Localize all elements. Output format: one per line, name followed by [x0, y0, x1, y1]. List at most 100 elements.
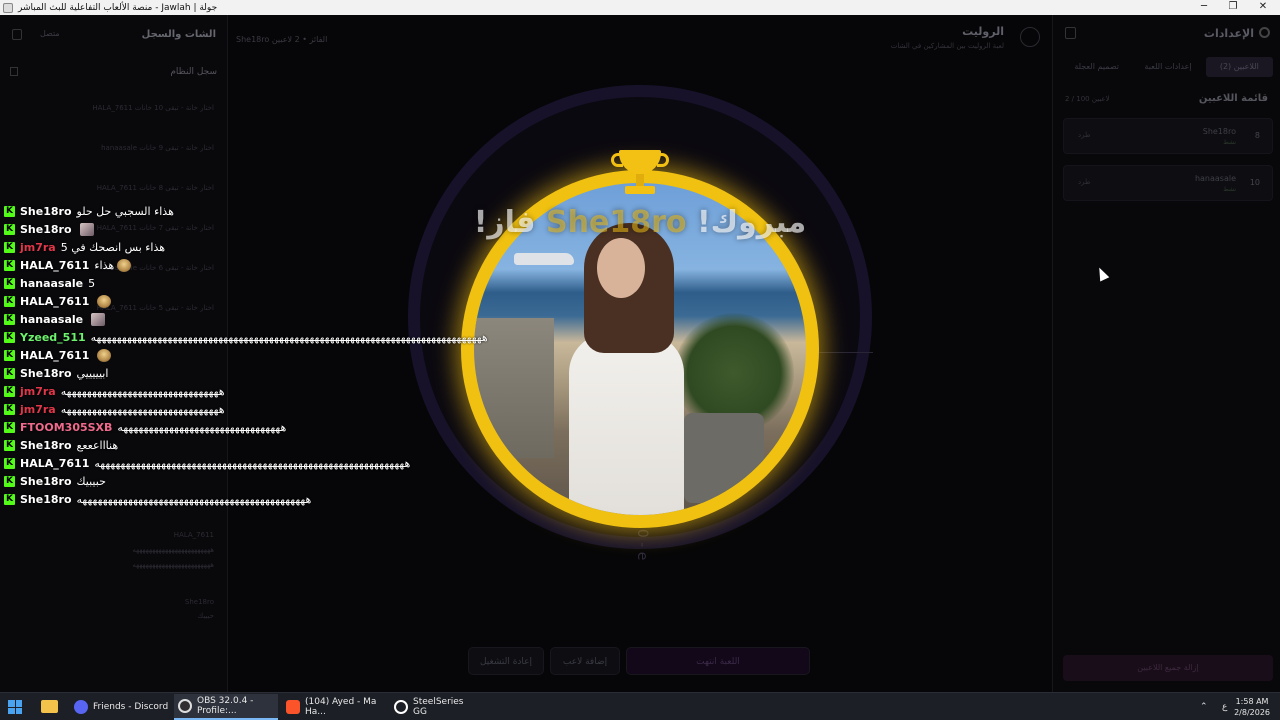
- chat-message: K HALA_7611: [0, 292, 520, 310]
- game-meta: She18ro الفائز • 2 لاعبين: [236, 35, 328, 44]
- photo-person-face: [597, 238, 645, 298]
- chat-panel-title: الشات والسجل: [141, 29, 216, 40]
- kick-badge-icon: K: [4, 295, 15, 307]
- chat-username: hanaasale: [20, 312, 84, 326]
- chat-panel-header: متصل الشات والسجل: [8, 29, 220, 43]
- emote-icon: [117, 258, 132, 272]
- winner-banner-prefix: مبروك!: [686, 205, 807, 240]
- log-entry: hanaasale اختار خانة - تبقى 9 خانات: [101, 144, 214, 152]
- chat-text: هناااعععع: [76, 438, 119, 452]
- chat-username: HALA_7611: [20, 294, 90, 308]
- emote-icon: [97, 294, 112, 308]
- kick-button[interactable]: طرد: [1078, 178, 1091, 186]
- taskbar-item-label: SteelSeries GG: [413, 697, 464, 717]
- chat-text: هههههههههههههههههههههههههههههههههههههههه…: [94, 456, 411, 470]
- home-icon[interactable]: [1020, 27, 1040, 47]
- taskbar-item-obs[interactable]: OBS 32.0.4 - Profile:...: [174, 694, 278, 720]
- kick-badge-icon: K: [4, 313, 15, 325]
- kick-badge-icon: K: [4, 259, 15, 271]
- player-name: hanaasale: [1194, 174, 1236, 183]
- clock-time: 1:58 AM: [1235, 697, 1269, 706]
- game-subtitle: لعبة الروليت بين المشاركين في الشات: [890, 42, 1004, 50]
- kick-badge-icon: K: [4, 223, 15, 235]
- taskbar-item-label: Friends - Discord: [93, 702, 169, 712]
- taskbar: Friends - Discord OBS 32.0.4 - Profile:.…: [0, 692, 1280, 720]
- input-language[interactable]: ع: [1222, 693, 1227, 720]
- kick-badge-icon: K: [4, 349, 15, 361]
- log-entry: HALA_7611 اختار خانة - تبقى 10 خانات: [92, 104, 214, 112]
- panel-collapse-icon[interactable]: [1065, 27, 1076, 39]
- tab-players[interactable]: اللاعبين (2): [1205, 57, 1273, 77]
- player-number: 8: [1254, 131, 1260, 140]
- photo-pot: [684, 413, 764, 503]
- player-status: نشط: [1223, 186, 1236, 193]
- taskbar-item-steelseries[interactable]: SteelSeries GG: [390, 694, 480, 720]
- maximize-button[interactable]: ❐: [1218, 0, 1248, 15]
- player-number: 10: [1249, 178, 1260, 187]
- tab-wheel-design[interactable]: تصميم العجلة: [1063, 57, 1130, 77]
- kick-badge-icon: K: [4, 439, 15, 451]
- player-row: hanaasale نشط 10 طرد: [1063, 165, 1273, 201]
- chat-message: Kjm7ra هههههههههههههههههههههههههههههههه: [0, 400, 520, 418]
- chat-message: K HALA_7611 هههههههههههههههههههههههههههههه…: [0, 454, 520, 472]
- chat-username: jm7ra: [20, 384, 56, 398]
- chat-message: K HALA_7611: [0, 346, 520, 364]
- panel-toggle-icon[interactable]: [12, 29, 22, 40]
- taskbar-item-discord[interactable]: Friends - Discord: [70, 694, 170, 720]
- chat-message: K She18ro هههههههههههههههههههههههههههههههه…: [0, 490, 520, 508]
- settings-panel: الإعدادات اللاعبين (2) إعدادات اللعبة تص…: [1052, 15, 1280, 692]
- player-row: She18ro نشط 8 طرد: [1063, 118, 1273, 154]
- game-title: الروليت: [962, 25, 1004, 38]
- kick-badge-icon: K: [4, 331, 15, 343]
- kick-badge-icon: K: [4, 241, 15, 253]
- taskbar-item-label: (104) Ayed - Ma Ha...: [305, 697, 377, 717]
- chat-message: Kjm7ra هذاء بس انصحك في 5: [0, 238, 520, 256]
- taskbar-item-brave[interactable]: (104) Ayed - Ma Ha...: [282, 694, 386, 720]
- clear-players-button[interactable]: إزالة جميع اللاعبين: [1063, 655, 1273, 681]
- chat-message: K She18ro حبيبيك: [0, 472, 520, 490]
- emote-icon: [79, 222, 94, 236]
- chat-message: Khanaasale 5: [0, 274, 520, 292]
- close-button[interactable]: ✕: [1248, 0, 1278, 15]
- chat-text: هذاء بس انصحك في 5: [60, 240, 166, 254]
- stream-chat-overlay: K She18ro هذاء السجبي حل حلو K She18ro Kjm7ra…: [0, 202, 520, 508]
- chat-message: K She18ro ابيييييي: [0, 364, 520, 382]
- chat-text: هذاء: [94, 258, 115, 272]
- chat-username: jm7ra: [20, 402, 56, 416]
- chat-username: She18ro: [20, 474, 72, 488]
- settings-tabs: اللاعبين (2) إعدادات اللعبة تصميم العجلة: [1063, 57, 1273, 77]
- emote-icon: [91, 312, 106, 326]
- chat-username: She18ro: [20, 222, 72, 236]
- minimize-button[interactable]: ─: [1189, 0, 1219, 15]
- wheel-divider: [815, 352, 873, 353]
- chat-message: K She18ro هناااعععع: [0, 436, 520, 454]
- kick-badge-icon: K: [4, 475, 15, 487]
- kick-badge-icon: K: [4, 277, 15, 289]
- tab-game-settings[interactable]: إعدادات اللعبة: [1134, 57, 1201, 77]
- log-entry: حبيبك: [197, 612, 214, 620]
- trash-icon[interactable]: [10, 67, 18, 76]
- kick-badge-icon: K: [4, 421, 15, 433]
- windows-start-icon[interactable]: [8, 700, 22, 714]
- end-game-button[interactable]: اللعبة انتهت: [626, 647, 810, 675]
- chat-text: هههههههههههههههههههههههههههههههههههههههه…: [76, 492, 312, 506]
- chat-text: هههههههههههههههههههههههههههههههههههههههه…: [90, 330, 488, 344]
- chat-username: She18ro: [20, 366, 72, 380]
- taskbar-clock[interactable]: 1:58 AM 2/8/2026: [1234, 696, 1270, 718]
- chat-username: She18ro: [20, 204, 72, 218]
- add-player-button[interactable]: إضافة لاعب: [550, 647, 620, 675]
- photo-boat: [514, 253, 574, 265]
- chat-username: Yzeed_511: [20, 330, 86, 344]
- restart-button[interactable]: إعادة التشغيل: [468, 647, 544, 675]
- discord-icon: [74, 700, 88, 714]
- trophy-icon: [611, 150, 669, 202]
- chat-text: هذاء السجبي حل حلو: [76, 204, 174, 218]
- window-titlebar: منصة الألعاب التفاعلية للبث المباشر - Ja…: [0, 0, 1280, 15]
- player-status: نشط: [1223, 139, 1236, 146]
- kick-button[interactable]: طرد: [1078, 131, 1091, 139]
- tray-expand-icon[interactable]: ⌃: [1200, 693, 1208, 720]
- player-name: She18ro: [1202, 127, 1236, 136]
- file-explorer-icon[interactable]: [41, 700, 58, 713]
- window-title: منصة الألعاب التفاعلية للبث المباشر - Ja…: [18, 2, 218, 13]
- gear-icon: [1259, 27, 1270, 38]
